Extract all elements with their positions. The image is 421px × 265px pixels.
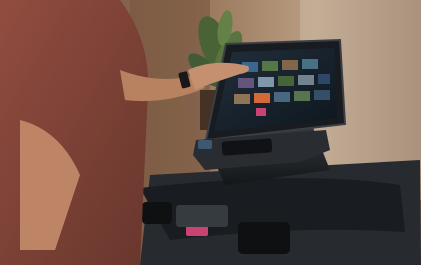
scene bbox=[0, 0, 421, 265]
photo bbox=[0, 0, 421, 265]
